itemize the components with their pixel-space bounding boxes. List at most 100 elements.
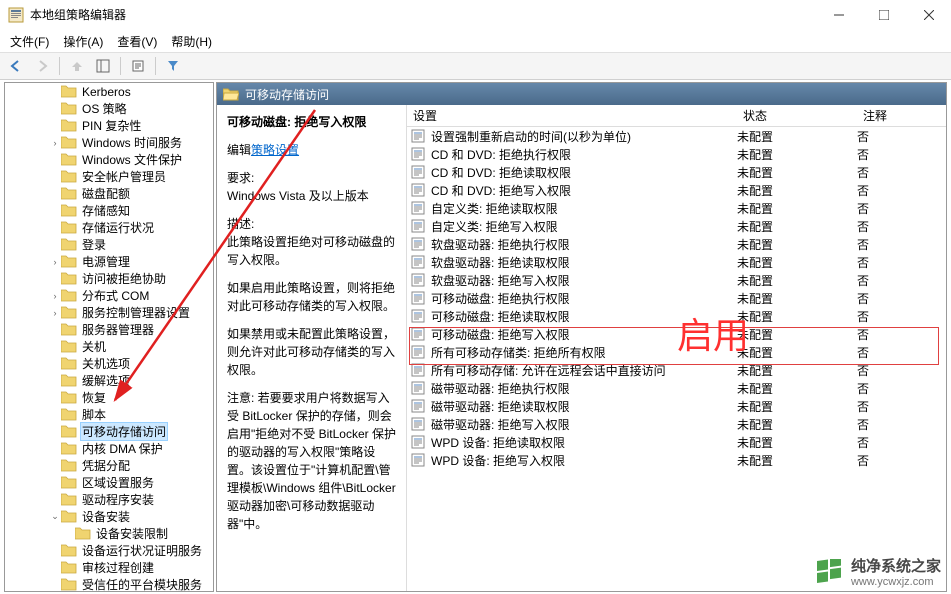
tree-item[interactable]: 区域设置服务: [5, 474, 213, 491]
close-button[interactable]: [906, 0, 951, 30]
watermark-line2: www.ycwxjz.com: [851, 576, 941, 588]
setting-row[interactable]: 设置强制重新启动的时间(以秒为单位)未配置否: [407, 127, 946, 145]
setting-icon: [411, 183, 427, 197]
setting-name: 可移动磁盘: 拒绝执行权限: [431, 290, 737, 307]
properties-button[interactable]: [127, 55, 149, 77]
folder-icon: [61, 408, 77, 421]
column-comment[interactable]: 注释: [857, 107, 917, 124]
setting-row[interactable]: 磁带驱动器: 拒绝执行权限未配置否: [407, 379, 946, 397]
chevron-right-icon[interactable]: ›: [49, 257, 61, 267]
menu-view[interactable]: 查看(V): [111, 31, 163, 52]
tree-item-label: 受信任的平台模块服务: [80, 575, 204, 592]
setting-icon: [411, 147, 427, 161]
chevron-right-icon[interactable]: ›: [49, 291, 61, 301]
maximize-button[interactable]: [861, 0, 906, 30]
setting-row[interactable]: CD 和 DVD: 拒绝写入权限未配置否: [407, 181, 946, 199]
chevron-right-icon[interactable]: ›: [49, 138, 61, 148]
tree-item[interactable]: 受信任的平台模块服务: [5, 576, 213, 592]
tree-pane[interactable]: KerberosOS 策略PIN 复杂性›Windows 时间服务Windows…: [4, 82, 214, 592]
tree-item[interactable]: OS 策略: [5, 100, 213, 117]
tree-item[interactable]: 驱动程序安装: [5, 491, 213, 508]
setting-comment: 否: [857, 218, 917, 235]
folder-icon: [61, 221, 77, 234]
setting-state: 未配置: [737, 326, 857, 343]
folder-icon: [61, 153, 77, 166]
tree-item[interactable]: 存储感知: [5, 202, 213, 219]
setting-state: 未配置: [737, 164, 857, 181]
setting-row[interactable]: CD 和 DVD: 拒绝执行权限未配置否: [407, 145, 946, 163]
setting-state: 未配置: [737, 290, 857, 307]
tree-item[interactable]: 磁盘配额: [5, 185, 213, 202]
setting-row[interactable]: 自定义类: 拒绝写入权限未配置否: [407, 217, 946, 235]
setting-row[interactable]: 磁带驱动器: 拒绝写入权限未配置否: [407, 415, 946, 433]
column-setting[interactable]: 设置: [407, 107, 737, 124]
tree-item[interactable]: 设备安装限制: [5, 525, 213, 542]
column-state[interactable]: 状态: [737, 107, 857, 124]
tree-item[interactable]: 服务器管理器: [5, 321, 213, 338]
setting-comment: 否: [857, 326, 917, 343]
setting-comment: 否: [857, 398, 917, 415]
settings-panel[interactable]: 设置 状态 注释 设置强制重新启动的时间(以秒为单位)未配置否CD 和 DVD:…: [407, 105, 946, 591]
chevron-right-icon[interactable]: ›: [49, 308, 61, 318]
content-pane: 可移动存储访问 可移动磁盘: 拒绝写入权限 编辑策略设置 要求:Windows …: [216, 82, 947, 592]
edit-policy-link[interactable]: 策略设置: [251, 143, 299, 157]
folder-icon: [61, 510, 77, 523]
setting-row[interactable]: 所有可移动存储: 允许在远程会话中直接访问未配置否: [407, 361, 946, 379]
menu-file[interactable]: 文件(F): [4, 31, 55, 52]
setting-state: 未配置: [737, 218, 857, 235]
setting-row[interactable]: 可移动磁盘: 拒绝执行权限未配置否: [407, 289, 946, 307]
folder-icon: [61, 204, 77, 217]
tree-item[interactable]: ⌄设备安装: [5, 508, 213, 525]
tree-item[interactable]: PIN 复杂性: [5, 117, 213, 134]
tree-item[interactable]: 关机: [5, 338, 213, 355]
folder-icon: [61, 340, 77, 353]
tree-item[interactable]: 凭据分配: [5, 457, 213, 474]
tree-item[interactable]: 恢复: [5, 389, 213, 406]
tree-item[interactable]: 登录: [5, 236, 213, 253]
tree-item[interactable]: 访问被拒绝协助: [5, 270, 213, 287]
filter-button[interactable]: [162, 55, 184, 77]
setting-icon: [411, 363, 427, 377]
app-icon: [8, 7, 24, 23]
tree-item[interactable]: 脚本: [5, 406, 213, 423]
back-button[interactable]: [5, 55, 27, 77]
tree-item[interactable]: 安全帐户管理员: [5, 168, 213, 185]
setting-row[interactable]: 软盘驱动器: 拒绝写入权限未配置否: [407, 271, 946, 289]
chevron-down-icon[interactable]: ⌄: [49, 511, 61, 522]
setting-row[interactable]: 软盘驱动器: 拒绝读取权限未配置否: [407, 253, 946, 271]
tree-item[interactable]: ›服务控制管理器设置: [5, 304, 213, 321]
tree-item[interactable]: ›电源管理: [5, 253, 213, 270]
folder-icon: [61, 323, 77, 336]
tree-item[interactable]: ›Windows 时间服务: [5, 134, 213, 151]
minimize-button[interactable]: [816, 0, 861, 30]
tree-item[interactable]: 审核过程创建: [5, 559, 213, 576]
setting-row[interactable]: 可移动磁盘: 拒绝写入权限未配置否: [407, 325, 946, 343]
tree-item[interactable]: ›分布式 COM: [5, 287, 213, 304]
tree-item[interactable]: 存储运行状况: [5, 219, 213, 236]
setting-row[interactable]: 所有可移动存储类: 拒绝所有权限未配置否: [407, 343, 946, 361]
menu-action[interactable]: 操作(A): [57, 31, 109, 52]
tree-item[interactable]: 可移动存储访问: [5, 423, 213, 440]
tree-item[interactable]: 缓解选项: [5, 372, 213, 389]
setting-row[interactable]: WPD 设备: 拒绝读取权限未配置否: [407, 433, 946, 451]
setting-row[interactable]: 软盘驱动器: 拒绝执行权限未配置否: [407, 235, 946, 253]
setting-state: 未配置: [737, 146, 857, 163]
setting-state: 未配置: [737, 344, 857, 361]
tree-item[interactable]: 内核 DMA 保护: [5, 440, 213, 457]
tree-item[interactable]: 关机选项: [5, 355, 213, 372]
forward-button[interactable]: [31, 55, 53, 77]
setting-row[interactable]: WPD 设备: 拒绝写入权限未配置否: [407, 451, 946, 469]
folder-icon: [61, 459, 77, 472]
show-hide-tree-button[interactable]: [92, 55, 114, 77]
setting-row[interactable]: 可移动磁盘: 拒绝读取权限未配置否: [407, 307, 946, 325]
setting-state: 未配置: [737, 272, 857, 289]
tree-item[interactable]: 设备运行状况证明服务: [5, 542, 213, 559]
tree-item[interactable]: Windows 文件保护: [5, 151, 213, 168]
setting-row[interactable]: 磁带驱动器: 拒绝读取权限未配置否: [407, 397, 946, 415]
folder-icon: [61, 493, 77, 506]
setting-row[interactable]: 自定义类: 拒绝读取权限未配置否: [407, 199, 946, 217]
up-button[interactable]: [66, 55, 88, 77]
tree-item[interactable]: Kerberos: [5, 83, 213, 100]
setting-row[interactable]: CD 和 DVD: 拒绝读取权限未配置否: [407, 163, 946, 181]
menu-help[interactable]: 帮助(H): [165, 31, 218, 52]
